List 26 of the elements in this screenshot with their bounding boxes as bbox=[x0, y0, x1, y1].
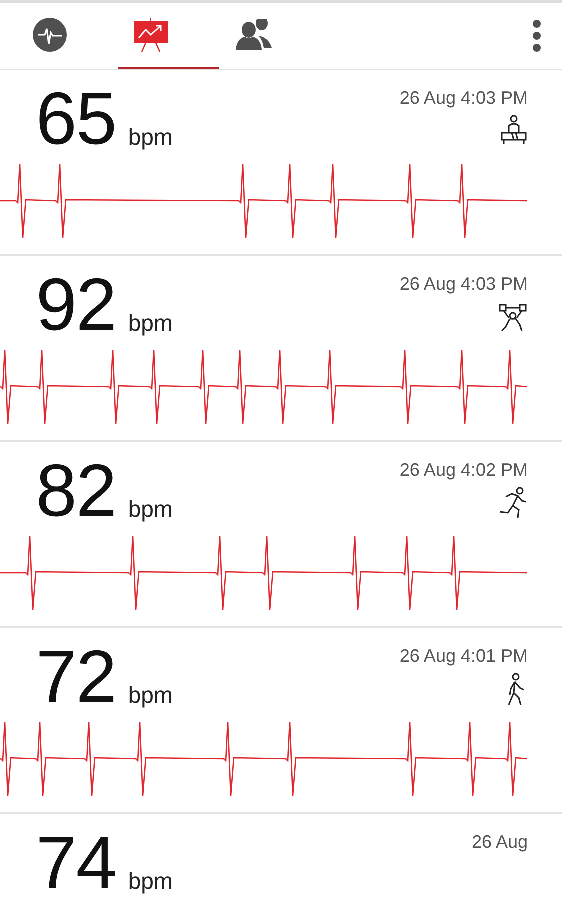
reading-card[interactable]: 72 bpm 26 Aug 4:01 PM bbox=[0, 628, 562, 814]
reading-card[interactable]: 82 bpm 26 Aug 4:02 PM bbox=[0, 442, 562, 628]
unit-label: bpm bbox=[128, 682, 174, 709]
chart-board-icon bbox=[134, 18, 168, 52]
unit-label: bpm bbox=[128, 868, 174, 895]
timestamp: 26 Aug 4:01 PM bbox=[400, 646, 528, 667]
people-icon bbox=[235, 19, 273, 51]
timestamp: 26 Aug 4:02 PM bbox=[400, 460, 528, 481]
heart-rate-value: 65 bbox=[36, 82, 116, 156]
sitting-person-icon bbox=[500, 115, 528, 145]
pulse-icon bbox=[33, 18, 67, 52]
timestamp: 26 Aug bbox=[472, 832, 528, 853]
timestamp: 26 Aug 4:03 PM bbox=[400, 274, 528, 295]
heart-rate-value: 82 bbox=[36, 454, 116, 528]
unit-label: bpm bbox=[128, 124, 174, 151]
reading-card[interactable]: 65 bpm 26 Aug 4:03 PM bbox=[0, 70, 562, 256]
heart-rate-value: 74 bbox=[36, 826, 116, 900]
reading-card[interactable]: 92 bpm 26 Aug 4:03 PM bbox=[0, 256, 562, 442]
reading-card[interactable]: 74 bpm 26 Aug bbox=[0, 814, 562, 900]
heart-rate-value: 92 bbox=[36, 268, 116, 342]
more-options-icon[interactable] bbox=[532, 19, 542, 53]
unit-label: bpm bbox=[128, 310, 174, 337]
heart-rate-value: 72 bbox=[36, 640, 116, 714]
unit-label: bpm bbox=[128, 496, 174, 523]
timestamp: 26 Aug 4:03 PM bbox=[400, 88, 528, 109]
running-person-icon bbox=[498, 487, 528, 519]
